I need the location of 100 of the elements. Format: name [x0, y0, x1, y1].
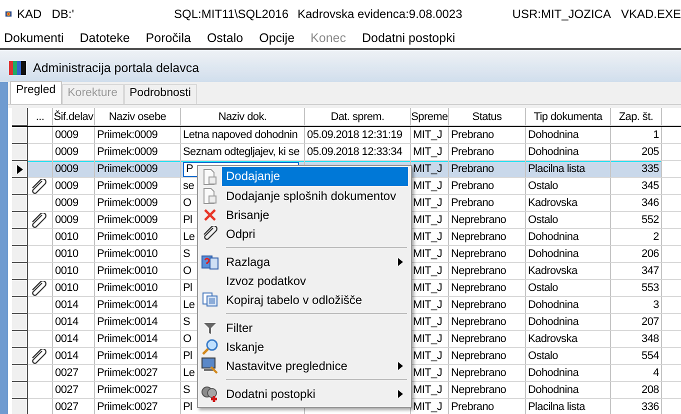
table-cell: 0027 [55, 401, 78, 413]
table-cell: 345 [642, 180, 659, 192]
table-cell: Dohodnina [528, 384, 579, 396]
table-cell: 0009 [55, 146, 78, 158]
table-cell: 0027 [55, 384, 78, 396]
table-cell: 0009 [55, 180, 78, 192]
table-cell: Le [183, 299, 195, 311]
table-cell: Priimek:0014 [97, 316, 158, 328]
table-cell: Priimek:0009 [97, 197, 158, 209]
table-cell: MIT_J [413, 282, 442, 294]
table-cell: Prebrano [451, 163, 494, 175]
table-cell: Ostalo [528, 282, 558, 294]
table-cell: MIT_J [413, 384, 442, 396]
table-cell: 0014 [55, 333, 78, 345]
table-cell: Priimek:0009 [97, 214, 158, 226]
table-cell: MIT_J [413, 333, 442, 345]
table-cell: Priimek:0027 [97, 384, 158, 396]
table-cell: MIT_J [413, 197, 442, 209]
table-cell: Le [183, 231, 195, 243]
table-cell: 0010 [55, 248, 78, 260]
table-cell: 553 [642, 282, 659, 294]
table-cell: MIT_J [413, 265, 442, 277]
table-cell: MIT_J [413, 299, 442, 311]
table-cell: Neprebrano [451, 350, 506, 362]
table-cell: O [183, 265, 192, 277]
table-cell: 05.09.2018 12:33:34 [307, 146, 402, 158]
table-cell: Prebrano [451, 180, 494, 192]
title-text: KAD [17, 7, 42, 21]
table-cell: MIT_J [413, 367, 442, 379]
table-cell: MIT_J [413, 316, 442, 328]
title-text: DB:' [52, 7, 74, 21]
table-cell: 1 [653, 129, 659, 141]
table-cell: MIT_J [413, 146, 442, 158]
table-cell: Letna napoved dohodnin [183, 129, 298, 141]
table-cell: Dohodnina [528, 299, 579, 311]
table-cell: 335 [642, 163, 659, 175]
table-cell: MIT_J [413, 214, 442, 226]
table-cell: 0014 [55, 350, 78, 362]
title-text: VKAD.EXE [620, 7, 681, 21]
table-cell: Priimek:0027 [97, 401, 158, 413]
table-cell: Neprebrano [451, 214, 506, 226]
table-cell: Priimek:0010 [97, 248, 158, 260]
table-cell: Priimek:0010 [97, 282, 158, 294]
table-cell: 208 [642, 384, 659, 396]
table-cell: Kadrovska [528, 333, 578, 345]
table-cell: Priimek:0009 [97, 180, 158, 192]
title-text: SQL:MIT11\SQL2016 [174, 7, 288, 21]
table-cell: 0014 [55, 299, 78, 311]
table-cell: Priimek:0027 [97, 367, 158, 379]
table-cell: 205 [642, 146, 659, 158]
table-cell: 0010 [55, 265, 78, 277]
table-cell: Neprebrano [451, 248, 506, 260]
table-cell: Kadrovska [528, 265, 578, 277]
table-cell: O [183, 333, 192, 345]
table-cell: Prebrano [451, 146, 494, 158]
title-text: Kadrovska evidenca:9.08.0023 [298, 7, 462, 21]
table-cell: Prebrano [451, 197, 494, 209]
table-cell: Dohodnina [528, 231, 579, 243]
table-cell: 3 [653, 299, 659, 311]
table-cell: 4 [653, 367, 659, 379]
table-cell: 05.09.2018 12:31:19 [307, 129, 402, 141]
table-cell: Neprebrano [451, 367, 506, 379]
table-cell: S [183, 316, 190, 328]
table-cell: MIT_J [413, 248, 442, 260]
table-cell: Kadrovska [528, 197, 578, 209]
table-cell: Prebrano [451, 401, 494, 413]
table-cell: Placilna lista [528, 163, 585, 175]
table-cell: Pl [183, 282, 192, 294]
table-cell: 0009 [55, 197, 78, 209]
table-cell: Pl [183, 214, 192, 226]
table-cell: 0009 [55, 214, 78, 226]
table-cell: MIT_J [413, 231, 442, 243]
table-cell: Neprebrano [451, 384, 506, 396]
table-cell: Neprebrano [451, 282, 506, 294]
table-cell: Placilna lista [528, 401, 585, 413]
table-cell: MIT_J [413, 180, 442, 192]
table-cell: 0027 [55, 367, 78, 379]
table-cell: Dohodnina [528, 316, 579, 328]
table-cell: Ostalo [528, 350, 558, 362]
table-cell: Dohodnina [528, 146, 579, 158]
table-cell: Priimek:0014 [97, 333, 158, 345]
table-cell: 0010 [55, 282, 78, 294]
table-cell: Seznam odtegljajev, ki se [183, 146, 300, 158]
window-title: Administracija portala delavca [33, 61, 200, 75]
table-cell: Pl [183, 350, 192, 362]
table-cell: Priimek:0009 [97, 129, 158, 141]
table-cell: S [183, 384, 190, 396]
table-cell: 336 [642, 401, 659, 413]
table-cell: 206 [642, 248, 659, 260]
table-cell: Prebrano [451, 129, 494, 141]
table-cell: 0010 [55, 231, 78, 243]
table-cell: 0014 [55, 316, 78, 328]
table-cell: Neprebrano [451, 299, 506, 311]
table-cell: O [183, 197, 192, 209]
table-cell: Ostalo [528, 214, 558, 226]
table-cell: 554 [642, 350, 659, 362]
table-cell: Dohodnina [528, 367, 579, 379]
table-cell: 552 [642, 214, 659, 226]
table-cell: MIT_J [413, 350, 442, 362]
table-cell: Neprebrano [451, 316, 506, 328]
